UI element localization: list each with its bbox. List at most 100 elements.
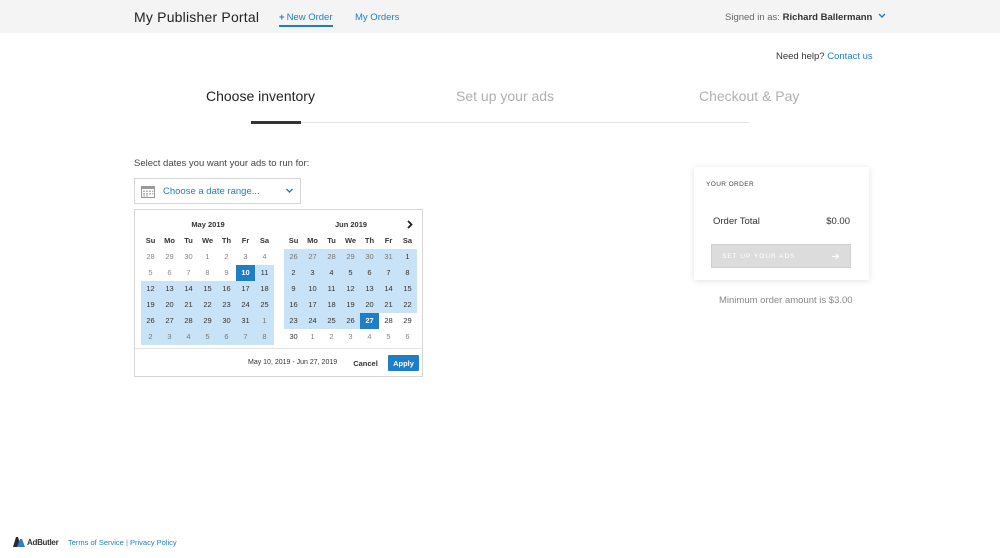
nav-my-orders[interactable]: My Orders: [355, 12, 399, 23]
calendar-day[interactable]: 25: [255, 297, 274, 313]
calendar-day[interactable]: 5: [198, 329, 217, 345]
calendar-day[interactable]: 10: [303, 281, 322, 297]
terms-of-service-link[interactable]: Terms of Service: [68, 538, 124, 547]
calendar-day[interactable]: 31: [236, 313, 255, 329]
calendar-day[interactable]: 2: [284, 265, 303, 281]
calendar-day[interactable]: 4: [322, 265, 341, 281]
calendar-day[interactable]: 2: [217, 249, 236, 265]
calendar-day[interactable]: 3: [236, 249, 255, 265]
calendar-day[interactable]: 7: [179, 265, 198, 281]
privacy-policy-link[interactable]: Privacy Policy: [130, 538, 177, 547]
calendar-day[interactable]: 13: [360, 281, 379, 297]
calendar-day[interactable]: 1: [398, 249, 417, 265]
calendar-day[interactable]: 27: [303, 249, 322, 265]
calendar-day[interactable]: 26: [141, 313, 160, 329]
step-choose-inventory[interactable]: Choose inventory: [206, 88, 315, 104]
calendar-day[interactable]: 20: [360, 297, 379, 313]
calendar-day[interactable]: 1: [255, 313, 274, 329]
calendar-day[interactable]: 18: [255, 281, 274, 297]
calendar-day[interactable]: 28: [141, 249, 160, 265]
calendar-day[interactable]: 18: [322, 297, 341, 313]
signed-in-menu[interactable]: Signed in as: Richard Ballermann: [725, 12, 886, 23]
calendar-day[interactable]: 15: [198, 281, 217, 297]
calendar-day[interactable]: 6: [160, 265, 179, 281]
calendar-day[interactable]: 5: [341, 265, 360, 281]
calendar-day[interactable]: 6: [398, 329, 417, 345]
contact-us-link[interactable]: Contact us: [827, 51, 872, 62]
calendar-day[interactable]: 5: [141, 265, 160, 281]
apply-button[interactable]: Apply: [388, 355, 419, 371]
calendar-day[interactable]: 8: [198, 265, 217, 281]
calendar-day[interactable]: 8: [255, 329, 274, 345]
calendar-day[interactable]: 14: [379, 281, 398, 297]
calendar-day[interactable]: 26: [341, 313, 360, 329]
calendar-day[interactable]: 24: [303, 313, 322, 329]
calendar-day[interactable]: 24: [236, 297, 255, 313]
calendar-day[interactable]: 4: [360, 329, 379, 345]
calendar-day[interactable]: 30: [360, 249, 379, 265]
calendar-day[interactable]: 7: [379, 265, 398, 281]
calendar-day[interactable]: 28: [179, 313, 198, 329]
calendar-day[interactable]: 29: [160, 249, 179, 265]
calendar-day[interactable]: 16: [217, 281, 236, 297]
day-of-week-label: We: [201, 236, 214, 245]
calendar-day[interactable]: 15: [398, 281, 417, 297]
calendar-day[interactable]: 5: [379, 329, 398, 345]
nav-new-order[interactable]: + New Order: [279, 12, 333, 27]
calendar-day[interactable]: 4: [179, 329, 198, 345]
calendar-day[interactable]: 23: [217, 297, 236, 313]
calendar-day[interactable]: 9: [217, 265, 236, 281]
calendar-day[interactable]: 29: [398, 313, 417, 329]
calendar-day[interactable]: 17: [303, 297, 322, 313]
date-range-dropdown[interactable]: Choose a date range...: [134, 178, 301, 204]
calendar-day[interactable]: 11: [255, 265, 274, 281]
order-total-label: Order Total: [713, 216, 760, 227]
calendar-day[interactable]: 7: [236, 329, 255, 345]
calendar-day[interactable]: 4: [255, 249, 274, 265]
calendar-day[interactable]: 3: [160, 329, 179, 345]
cancel-button[interactable]: Cancel: [349, 355, 382, 371]
calendar-day[interactable]: 30: [217, 313, 236, 329]
calendar-day[interactable]: 31: [379, 249, 398, 265]
calendar-day[interactable]: 13: [160, 281, 179, 297]
calendar-day[interactable]: 1: [198, 249, 217, 265]
calendar-day[interactable]: 11: [322, 281, 341, 297]
calendar-day[interactable]: 2: [322, 329, 341, 345]
set-up-ads-button[interactable]: Set up your ads: [711, 244, 851, 268]
calendar-day[interactable]: 22: [398, 297, 417, 313]
calendar-day[interactable]: 26: [284, 249, 303, 265]
calendar-day[interactable]: 9: [284, 281, 303, 297]
calendar-day[interactable]: 2: [141, 329, 160, 345]
calendar-day[interactable]: 21: [379, 297, 398, 313]
calendar-day[interactable]: 14: [179, 281, 198, 297]
calendar-day[interactable]: 29: [341, 249, 360, 265]
calendar-day[interactable]: 27: [160, 313, 179, 329]
calendar-day[interactable]: 17: [236, 281, 255, 297]
calendar-day[interactable]: 16: [284, 297, 303, 313]
calendar-day[interactable]: 19: [141, 297, 160, 313]
calendar-day[interactable]: 3: [341, 329, 360, 345]
calendar-day[interactable]: 20: [160, 297, 179, 313]
calendar-day[interactable]: 25: [322, 313, 341, 329]
calendar-day[interactable]: 23: [284, 313, 303, 329]
calendar-day[interactable]: 19: [341, 297, 360, 313]
calendar-day[interactable]: 3: [303, 265, 322, 281]
step-set-up-ads[interactable]: Set up your ads: [456, 88, 554, 104]
calendar-day[interactable]: 28: [379, 313, 398, 329]
calendar-day[interactable]: 6: [217, 329, 236, 345]
calendar-day[interactable]: 28: [322, 249, 341, 265]
calendar-day[interactable]: 12: [341, 281, 360, 297]
calendar-day-selected[interactable]: 10: [236, 265, 255, 281]
calendar-day[interactable]: 12: [141, 281, 160, 297]
calendar-day[interactable]: 8: [398, 265, 417, 281]
calendar-day[interactable]: 22: [198, 297, 217, 313]
calendar-day[interactable]: 6: [360, 265, 379, 281]
step-checkout-pay[interactable]: Checkout & Pay: [699, 88, 799, 104]
calendar-day[interactable]: 21: [179, 297, 198, 313]
calendar-day[interactable]: 29: [198, 313, 217, 329]
calendar-day[interactable]: 1: [303, 329, 322, 345]
next-month-icon[interactable]: [405, 220, 414, 229]
calendar-day-selected[interactable]: 27: [360, 313, 379, 329]
calendar-day[interactable]: 30: [179, 249, 198, 265]
calendar-day[interactable]: 30: [284, 329, 303, 345]
